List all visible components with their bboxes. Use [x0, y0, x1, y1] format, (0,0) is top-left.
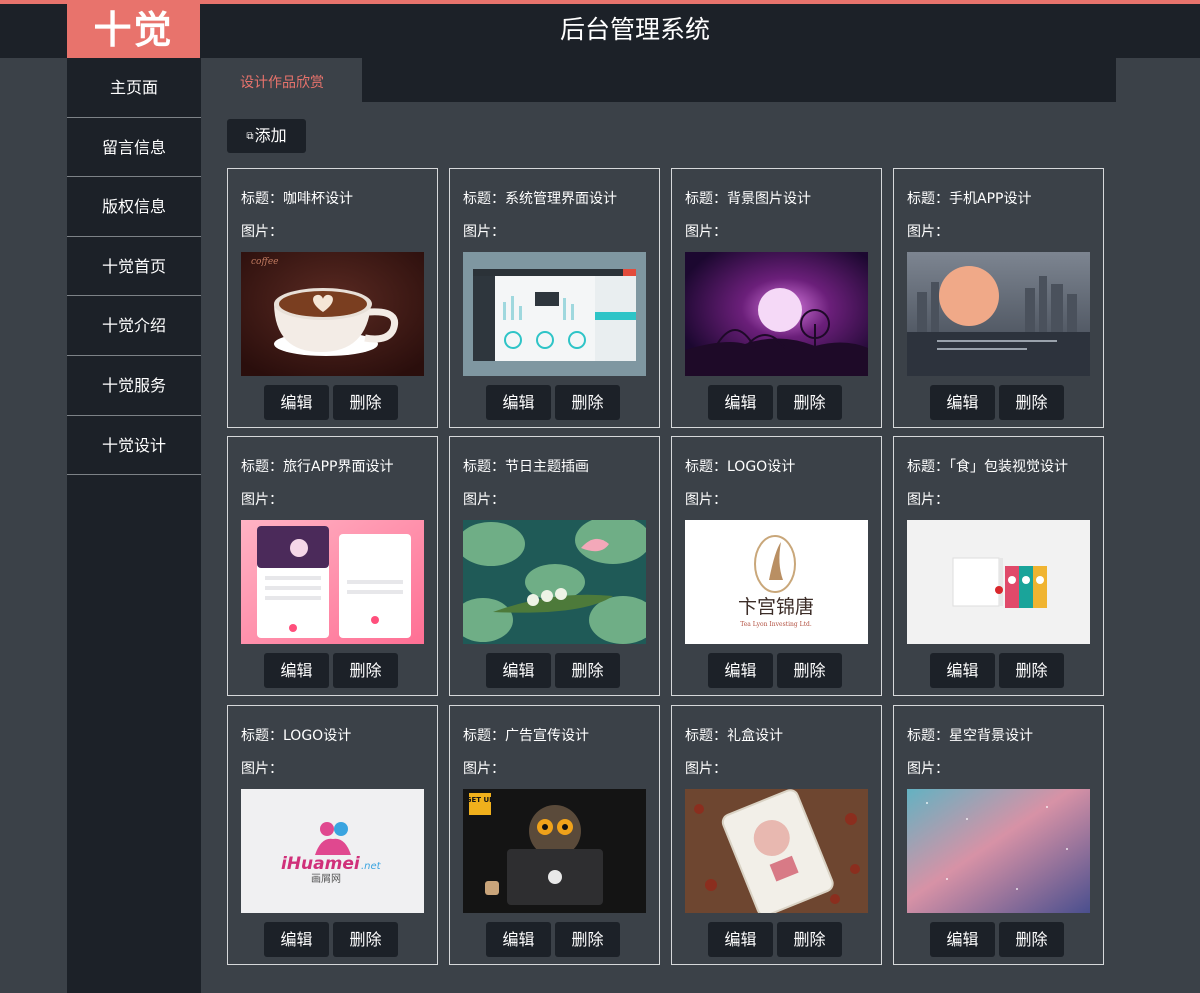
sidebar-item-home[interactable]: 主页面: [67, 58, 201, 118]
delete-button[interactable]: 删除: [777, 385, 842, 420]
logo[interactable]: 十觉: [67, 4, 200, 58]
card-title: 标题：LOGO设计: [241, 728, 352, 744]
thumb-text: 卞宫锦唐: [738, 596, 814, 618]
card-title: 标题：星空背景设计: [907, 728, 1033, 744]
delete-button[interactable]: 删除: [777, 922, 842, 957]
purple-night-scene-image: [685, 252, 868, 376]
delete-button[interactable]: 删除: [555, 385, 620, 420]
delete-button[interactable]: 删除: [333, 922, 398, 957]
card-image-label: 图片：: [241, 224, 283, 240]
work-card: 标题：LOGO设计 图片： iHuamei .net 画屑网 编辑 删除: [227, 705, 438, 965]
card-image-label: 图片：: [685, 761, 727, 777]
thumb-text: GET UP: [466, 796, 495, 804]
work-card: 标题：旅行APP界面设计 图片： 编辑 删除: [227, 436, 438, 696]
work-card: 标题：手机APP设计 图片： 编辑 删除: [893, 168, 1104, 428]
thumb-subtext: 画屑网: [311, 873, 341, 885]
tab-design-works[interactable]: 设计作品欣赏: [202, 58, 362, 102]
thumb-text: coffee: [251, 257, 279, 267]
copy-icon: ⧉: [246, 131, 254, 142]
owl-laptop-ad-image: GET UP: [463, 789, 646, 913]
page-title: 后台管理系统: [559, 15, 710, 44]
card-image-label: 图片：: [241, 761, 283, 777]
coffee-cup-image: coffee: [241, 252, 424, 376]
thumb-text-suffix: .net: [361, 861, 382, 872]
delete-button[interactable]: 删除: [999, 385, 1064, 420]
ihuamei-logo-image: iHuamei .net 画屑网: [241, 789, 424, 913]
work-card: 标题：咖啡杯设计 图片： coffee 编辑 删除: [227, 168, 438, 428]
edit-button[interactable]: 编辑: [708, 922, 773, 957]
delete-button[interactable]: 删除: [333, 385, 398, 420]
edit-button[interactable]: 编辑: [486, 922, 551, 957]
delete-button[interactable]: 删除: [555, 653, 620, 688]
card-title: 标题：旅行APP界面设计: [241, 459, 394, 475]
card-image-label: 图片：: [907, 224, 949, 240]
work-card: 标题：礼盒设计 图片： 编辑 删除: [671, 705, 882, 965]
calligraphy-logo-image: 卞宫锦唐 Tea Lyon Investing Ltd.: [685, 520, 868, 644]
work-card: 标题：背景图片设计 图片： 编辑 删除: [671, 168, 882, 428]
sidebar-item-shijue-service[interactable]: 十觉服务: [67, 356, 201, 416]
pink-travel-app-image: [241, 520, 424, 644]
card-image-label: 图片：: [463, 761, 505, 777]
card-title: 标题：LOGO设计: [685, 459, 796, 475]
add-button-label: 添加: [254, 126, 287, 145]
card-image-label: 图片：: [463, 224, 505, 240]
edit-button[interactable]: 编辑: [708, 385, 773, 420]
sidebar-item-copyright[interactable]: 版权信息: [67, 177, 201, 237]
edit-button[interactable]: 编辑: [930, 653, 995, 688]
work-card: 标题：LOGO设计 图片： 卞宫锦唐 Tea Lyon Investing Lt…: [671, 436, 882, 696]
add-button[interactable]: ⧉添加: [227, 119, 306, 153]
edit-button[interactable]: 编辑: [708, 653, 773, 688]
card-title: 标题：手机APP设计: [907, 191, 1032, 207]
sidebar-item-shijue-home[interactable]: 十觉首页: [67, 237, 201, 297]
work-card: 标题：「食」包装视觉设计 图片： 编辑 删除: [893, 436, 1104, 696]
edit-button[interactable]: 编辑: [486, 653, 551, 688]
work-card: 标题：系统管理界面设计 图片： 编辑 删除: [449, 168, 660, 428]
delete-button[interactable]: 删除: [777, 653, 842, 688]
delete-button[interactable]: 删除: [555, 922, 620, 957]
edit-button[interactable]: 编辑: [264, 922, 329, 957]
delete-button[interactable]: 删除: [999, 653, 1064, 688]
card-title: 标题：广告宣传设计: [463, 728, 589, 744]
work-card: 标题：星空背景设计 图片： 编辑 删除: [893, 705, 1104, 965]
work-card: 标题：节日主题插画 图片： 编辑 删除: [449, 436, 660, 696]
starry-gradient-image: [907, 789, 1090, 913]
lotus-leaf-illustration-image: [463, 520, 646, 644]
card-title: 标题：背景图片设计: [685, 191, 811, 207]
sidebar-item-shijue-intro[interactable]: 十觉介绍: [67, 296, 201, 356]
edit-button[interactable]: 编辑: [264, 653, 329, 688]
card-title: 标题：咖啡杯设计: [241, 191, 353, 207]
card-title: 标题：节日主题插画: [463, 459, 589, 475]
gift-box-phone-image: [685, 789, 868, 913]
work-card: 标题：广告宣传设计 图片： GET UP 编辑 删除: [449, 705, 660, 965]
edit-button[interactable]: 编辑: [930, 385, 995, 420]
sidebar-item-messages[interactable]: 留言信息: [67, 118, 201, 178]
card-image-label: 图片：: [241, 492, 283, 508]
food-packaging-image: [907, 520, 1090, 644]
sidebar: 主页面 留言信息 版权信息 十觉首页 十觉介绍 十觉服务 十觉设计: [67, 58, 201, 993]
card-image-label: 图片：: [907, 492, 949, 508]
city-skyline-app-image: [907, 252, 1090, 376]
delete-button[interactable]: 删除: [333, 653, 398, 688]
thumb-subtext: Tea Lyon Investing Ltd.: [740, 621, 812, 628]
card-title: 标题：礼盒设计: [685, 728, 783, 744]
card-image-label: 图片：: [463, 492, 505, 508]
card-title: 标题：「食」包装视觉设计: [907, 459, 1068, 475]
edit-button[interactable]: 编辑: [930, 922, 995, 957]
dashboard-ui-image: [463, 252, 646, 376]
edit-button[interactable]: 编辑: [264, 385, 329, 420]
card-image-label: 图片：: [685, 224, 727, 240]
card-image-label: 图片：: [907, 761, 949, 777]
tab-bar: 设计作品欣赏: [202, 58, 1116, 102]
sidebar-item-shijue-design[interactable]: 十觉设计: [67, 416, 201, 476]
thumb-text: iHuamei: [281, 854, 361, 874]
edit-button[interactable]: 编辑: [486, 385, 551, 420]
card-image-label: 图片：: [685, 492, 727, 508]
delete-button[interactable]: 删除: [999, 922, 1064, 957]
card-title: 标题：系统管理界面设计: [463, 191, 617, 207]
